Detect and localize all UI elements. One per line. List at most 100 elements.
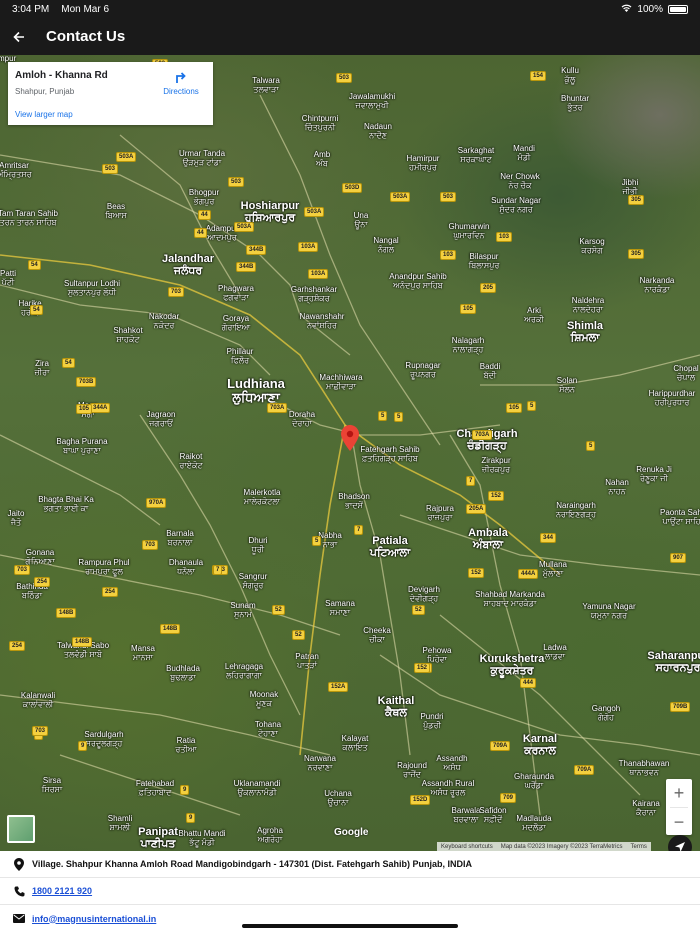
terms-link[interactable]: Terms	[631, 844, 647, 850]
map-place-label: Kairana ਕੈਰਾਨਾ	[632, 799, 660, 818]
place-local-name: ਸ਼ਾਹਕੋਟ	[116, 334, 140, 344]
place-local-name: ਰਾਏਕੋਟ	[179, 460, 203, 470]
place-local-name: ਨਵਾਂਸ਼ਹਿਰ	[306, 320, 338, 330]
place-local-name: ਫ਼ਤਿਹਾਬਾਦ	[138, 787, 172, 797]
page-title: Contact Us	[46, 28, 126, 45]
road-shield: 52	[292, 630, 305, 640]
map-place-label: Budhlada ਬੁਢਲਾਡਾ	[166, 664, 200, 683]
road-shield: 305	[628, 195, 645, 205]
place-name: Jalandhar	[162, 253, 214, 265]
road-shield: 54	[30, 305, 43, 315]
road-shield: 44	[198, 210, 211, 220]
road-shield: 9	[180, 785, 190, 795]
road-shield: 503	[336, 73, 353, 83]
place-subtitle: Shahpur, Punjab	[15, 87, 75, 96]
place-local-name: ਅੰਬ	[316, 158, 328, 168]
road-shield: 703A	[472, 430, 493, 440]
map-layer-toggle[interactable]	[7, 815, 35, 843]
place-local-name: ਸਰਦੂਲਗੜ੍ਹ	[85, 738, 123, 748]
road-shield: 9	[186, 813, 196, 823]
view-larger-map-link[interactable]: View larger map	[15, 110, 73, 119]
road-shield: 205	[480, 283, 497, 293]
place-local-name: ਜੈਤੋ	[10, 517, 22, 527]
place-local-name: ਨਾਲਦੇਹਰਾ	[572, 304, 604, 314]
place-local-name: ਬਿਆਸ	[105, 210, 127, 220]
directions-label: Directions	[163, 87, 199, 96]
road-shield: 148B	[72, 637, 93, 647]
back-button[interactable]	[0, 18, 38, 55]
map-place-label: Sarkaghat ਸਰਕਾਘਾਟ	[458, 146, 494, 165]
map-place-label: Karnal ਕਰਨਾਲ	[523, 733, 557, 757]
keyboard-shortcuts-link[interactable]: Keyboard shortcuts	[441, 844, 493, 850]
place-local-name: ਹਰੀਪੁਰਧਾਰ	[654, 397, 690, 407]
status-left: 3:04 PM Mon Mar 6	[12, 4, 109, 15]
place-local-name: ਭੁੰਤਰ	[567, 102, 583, 112]
place-local-name: ਚੰਡੀਗੜ੍ਹ	[467, 440, 507, 453]
directions-button[interactable]: Directions	[161, 70, 201, 96]
road-shield: 152	[488, 491, 505, 501]
map-view[interactable]: Amritsarਅੰਮ੍ਰਿਤਸਰ Tam Taran Sahibਤਰਨ ਤਾਰਨ…	[0, 55, 700, 851]
place-local-name: ਨਕੋਦਰ	[153, 320, 175, 330]
map-place-label: Bhadson ਭਾਦਸੋਂ	[338, 492, 370, 511]
place-local-name: ਤਲਵਾੜਾ	[253, 84, 279, 94]
road-shield: 105	[460, 304, 477, 314]
map-place-label: Ner Chowk ਨੇਰ ਚੌਕ	[500, 172, 540, 191]
place-local-name: ਨਰਾਇਣਗੜ੍ਹ	[555, 509, 597, 519]
place-local-name: ਸ਼ਿਮਲਾ	[570, 332, 600, 345]
road-shield: 254	[9, 641, 26, 651]
map-place-label: Jaito ਜੈਤੋ	[8, 509, 25, 528]
place-local-name: ਟੋਹਾਣਾ	[258, 728, 278, 738]
map-place-label: Goraya ਗੋਰਾਇਆ	[222, 314, 250, 333]
road-shield: 709A	[574, 765, 595, 775]
map-place-label: Ratia ਰਤੀਆ	[175, 736, 197, 755]
map-place-label: Cheeka ਚੀਕਾ	[363, 626, 391, 645]
app-bar: Contact Us	[0, 18, 700, 55]
map-place-label: Nalagarh ਨਾਲਾਗੜ੍ਹ	[452, 336, 484, 355]
map-place-label: Thanabhawan ਥਾਨਾਭਵਨ	[619, 759, 670, 778]
map-place-label: Bhattu Mandi ਭੱਟੂ ਮੰਡੀ	[178, 829, 225, 848]
email-link[interactable]: info@magnusinternational.in	[32, 914, 156, 924]
place-name: Patiala	[372, 535, 408, 547]
map-place-label: Una ਊਨਾ	[354, 211, 369, 230]
place-local-name: ਅੰਬਾਲਾ	[472, 539, 504, 552]
place-local-name: ਹਮੀਰਪੁਰ	[409, 162, 437, 172]
place-local-name: ਸੁਲਤਾਨਪੁਰ ਲੋਧੀ	[67, 287, 117, 297]
road-shield: 503	[102, 164, 119, 174]
road-shield: 152D	[410, 795, 431, 805]
map-place-label: Fatehabad ਫ਼ਤਿਹਾਬਾਦ	[136, 779, 174, 798]
place-local-name: ਸਮਾਣਾ	[329, 607, 351, 617]
place-local-name: ਅਰਕੀ	[524, 314, 544, 324]
address-text: Village. Shahpur Khanna Amloh Road Mandi…	[32, 859, 473, 869]
place-local-name: ਰਤੀਆ	[175, 744, 197, 754]
map-place-label: Bhagta Bhai Ka ਭਗਤਾ ਭਾਈ ਕਾ	[38, 495, 94, 514]
place-local-name: ਕੈਥਲ	[385, 707, 407, 720]
phone-link[interactable]: 1800 2121 920	[32, 886, 92, 896]
place-local-name: ਅੰਮ੍ਰਿਤਸਰ	[0, 169, 32, 179]
address-row: Village. Shahpur Khanna Amloh Road Mandi…	[0, 851, 700, 878]
road-shield: 344B	[246, 245, 267, 255]
map-place-label: Dhuri ਧੂਰੀ	[248, 536, 267, 555]
map-place-label: Naldehra ਨਾਲਦੇਹਰਾ	[572, 296, 604, 315]
place-local-name: ਸੁਨਾਮ	[234, 609, 252, 619]
map-place-label: Sundar Nagar ਸੁੰਦਰ ਨਗਰ	[491, 196, 541, 215]
map-place-label: Anandpur Sahib ਅਨੰਦਪੁਰ ਸਾਹਿਬ	[389, 272, 446, 291]
map-place-label: Gonana ਗੋਨਿਆਣਾ	[25, 548, 54, 567]
map-place-label: Jawalamukhi ਜਵਾਲਾਮੁਖੀ	[349, 92, 395, 111]
place-local-name: ਕਲਾਇਤ	[342, 742, 368, 752]
road-shield: 709A	[490, 741, 511, 751]
map-place-label: Madlauda ਮਦਲੌਡਾ	[516, 814, 551, 833]
place-local-name: ਪਾਤੜਾਂ	[296, 660, 318, 670]
place-local-name: ਰਾਮਪੁਰਾ ਫੂਲ	[85, 566, 123, 576]
map-place-label: Sirsa ਸਿਰਸਾ	[42, 776, 62, 795]
location-pin-icon[interactable]	[341, 425, 359, 451]
road-shield: 152A	[328, 682, 349, 692]
zoom-out-button[interactable]: −	[666, 808, 692, 836]
map-place-label: Talwara ਤਲਵਾੜਾ	[252, 76, 280, 95]
map-place-label: Agroha ਅਗਰੋਹਾ	[257, 826, 283, 845]
road-shield: 344	[540, 533, 557, 543]
map-place-label: Arki ਅਰਕੀ	[524, 306, 544, 325]
map-place-label: Safidon ਸਫ਼ੀਦੋਂ	[479, 806, 506, 825]
zoom-in-button[interactable]: +	[666, 779, 692, 807]
road-shield: 52	[272, 605, 285, 615]
road-shield: 54	[62, 358, 75, 368]
